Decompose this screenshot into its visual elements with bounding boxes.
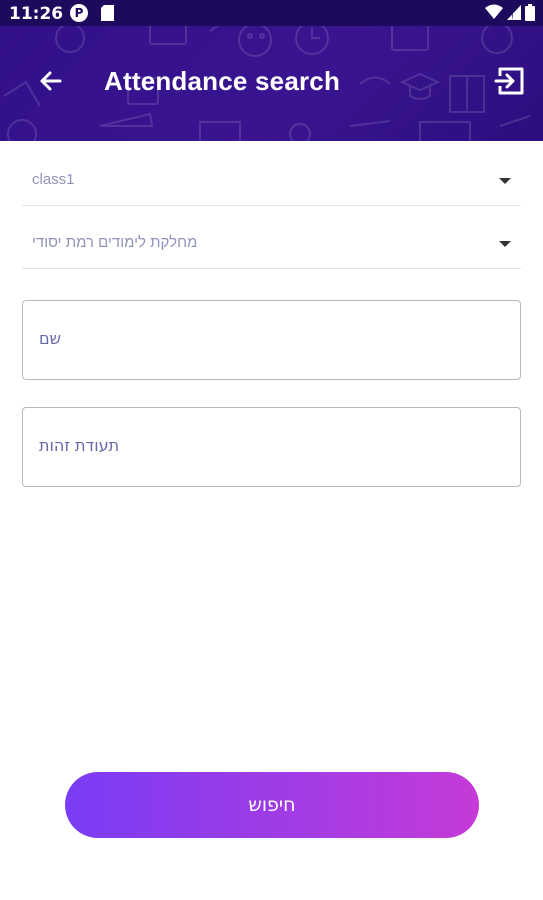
name-field[interactable]: שם [22, 300, 521, 380]
id-number-input[interactable] [23, 408, 520, 486]
name-input[interactable] [23, 301, 520, 379]
id-number-field[interactable]: תעודת זהות [22, 407, 521, 487]
sd-card-icon [101, 5, 114, 25]
page-title: Attendance search [104, 66, 341, 96]
logout-button[interactable] [494, 64, 528, 98]
search-button[interactable]: חיפוש [65, 772, 479, 838]
svg-text:!: ! [511, 13, 514, 20]
class-select-value: class1 [32, 171, 75, 188]
wifi-icon [485, 4, 503, 19]
status-bar: 11:26 P ! [0, 0, 543, 26]
class-select[interactable]: class1 [22, 165, 521, 206]
signal-icon: ! [507, 5, 521, 21]
exit-icon [494, 67, 524, 95]
chevron-down-icon [499, 241, 511, 247]
arrow-left-icon [40, 71, 62, 91]
department-select[interactable]: מחלקת לימודים רמת יסודי [22, 228, 521, 269]
battery-icon [525, 4, 535, 21]
app-bar: Attendance search [0, 26, 543, 141]
back-button[interactable] [34, 64, 68, 98]
status-time: 11:26 [9, 4, 64, 24]
chevron-down-icon [499, 178, 511, 184]
notification-icon: P [70, 4, 88, 22]
status-right-icons: ! [481, 4, 535, 23]
department-select-value: מחלקת לימודים רמת יסודי [32, 234, 198, 251]
